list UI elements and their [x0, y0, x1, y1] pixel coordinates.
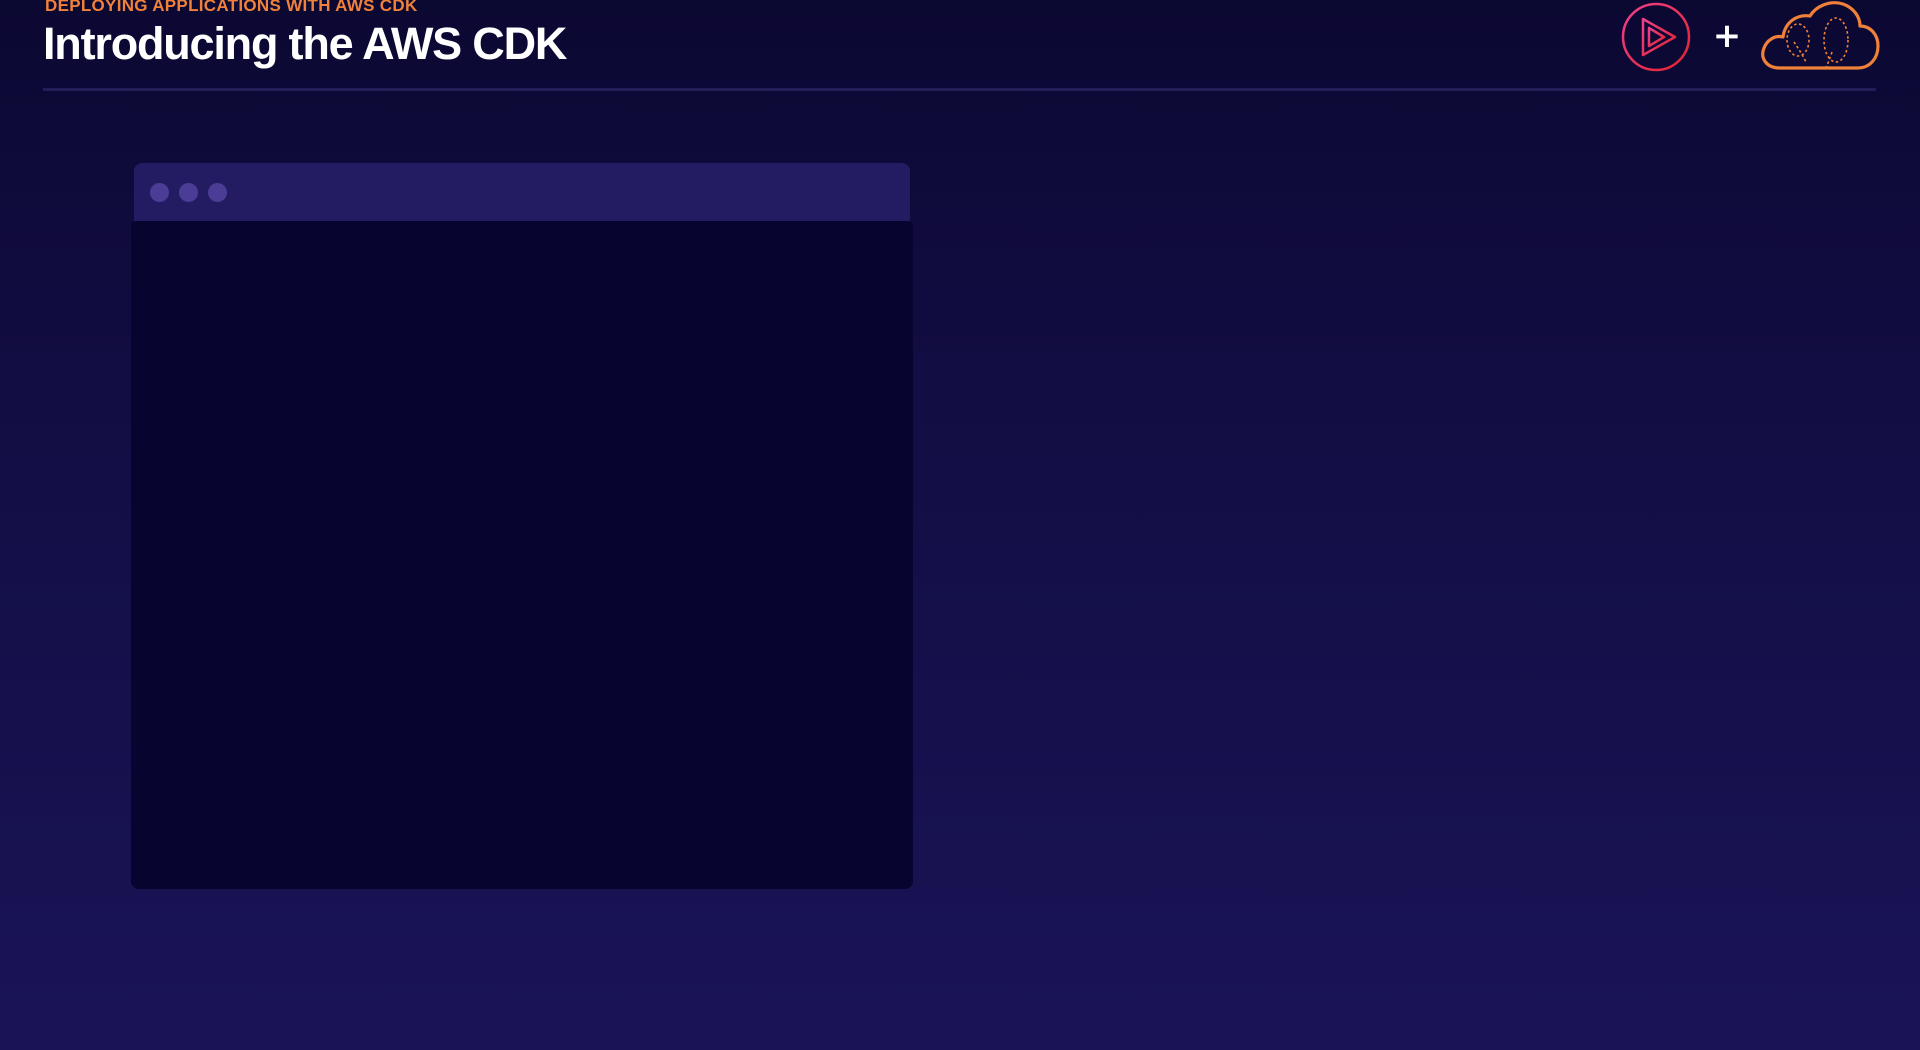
terminal-window[interactable] [131, 163, 913, 889]
terminal-titlebar[interactable] [134, 163, 910, 223]
pluralsight-play-icon [1621, 2, 1691, 72]
slide-title: Introducing the AWS CDK [43, 18, 567, 69]
cloud-guru-cloud-icon [1761, 1, 1880, 70]
window-control-dot[interactable] [150, 183, 169, 202]
plus-sign: + [1712, 16, 1742, 56]
terminal-body[interactable] [131, 221, 913, 889]
logo-group: + [1620, 0, 1880, 74]
title-divider [43, 88, 1876, 91]
window-control-dot[interactable] [208, 183, 227, 202]
course-kicker: DEPLOYING APPLICATIONS WITH AWS CDK [45, 0, 418, 15]
window-control-dot[interactable] [179, 183, 198, 202]
